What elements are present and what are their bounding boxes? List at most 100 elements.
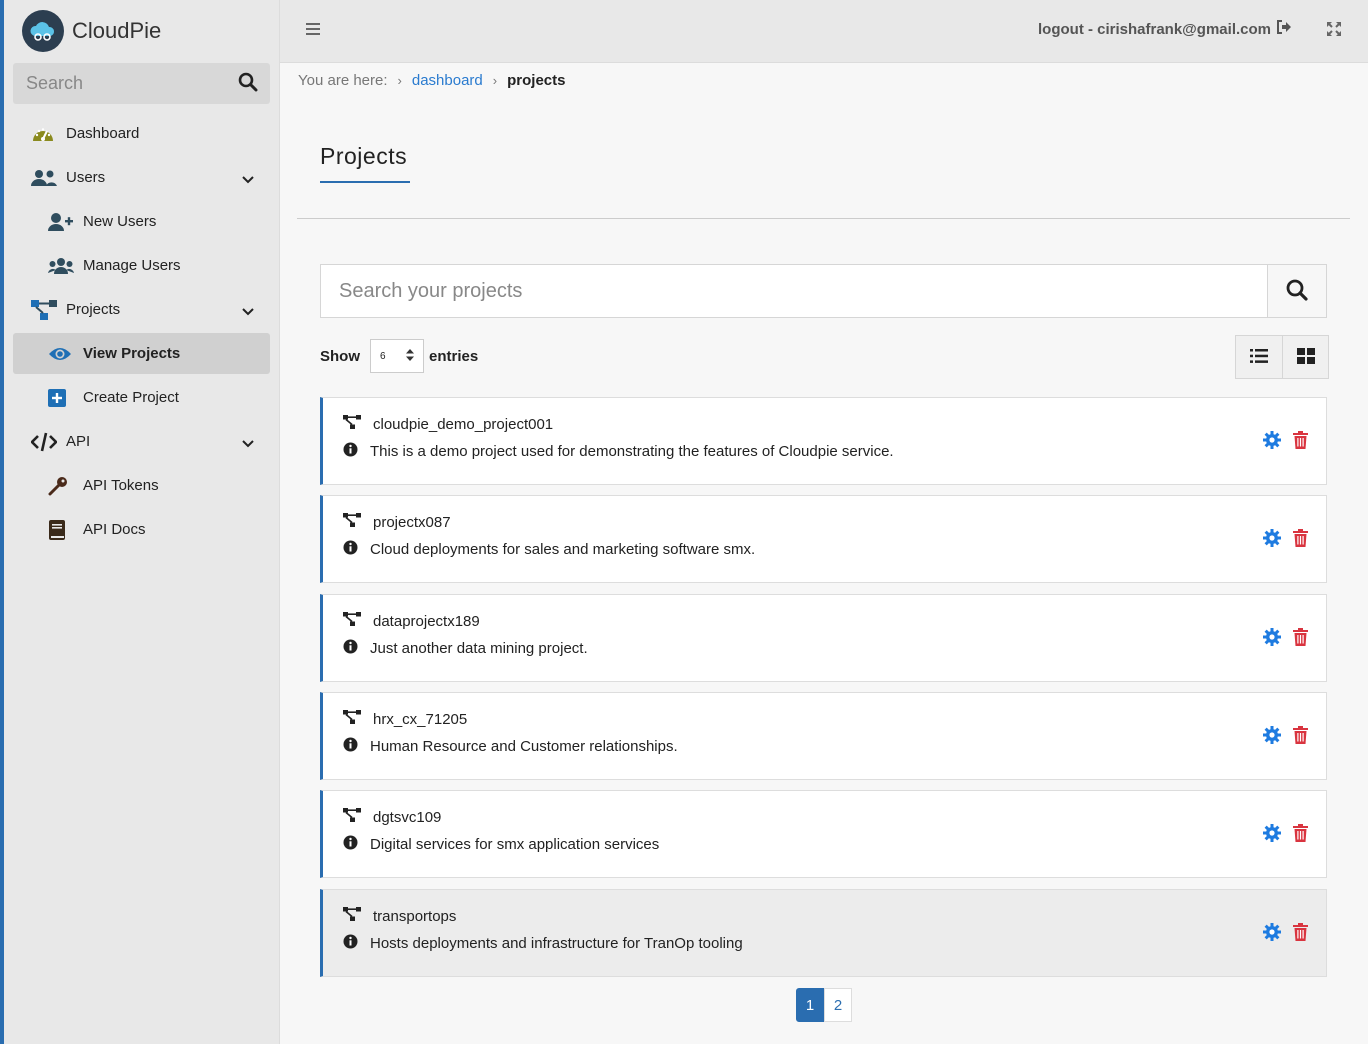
project-name[interactable]: transportops [373,908,456,925]
hamburger-menu-icon[interactable] [306,22,320,38]
sitemap-icon [343,612,361,630]
sitemap-icon [343,513,361,531]
project-name-row: dataprojectx189 [343,612,480,630]
show-label: Show [320,347,360,365]
page-button-1[interactable]: 1 [796,988,824,1022]
sidebar-item-label: Projects [66,301,121,318]
sidebar-item-api-docs[interactable]: API Docs [13,509,270,550]
sitemap-icon [31,299,57,321]
trash-icon[interactable] [1293,923,1308,944]
project-card[interactable]: dataprojectx189 Just another data mining … [320,594,1327,682]
grid-icon [1296,347,1315,367]
breadcrumb-dashboard-link[interactable]: dashboard [412,72,483,89]
logout-link[interactable]: logout - cirishafrank@gmail.com [1038,20,1292,38]
project-actions [1263,726,1308,747]
project-description: Human Resource and Customer relationship… [370,738,678,755]
gear-icon[interactable] [1263,726,1281,747]
sitemap-icon [343,710,361,728]
sidebar-item-label: API [66,433,91,450]
sidebar-item-label: View Projects [83,345,181,362]
sidebar-item-create-project[interactable]: Create Project [13,377,270,418]
gear-icon[interactable] [1263,431,1281,452]
sidebar-item-label: Users [66,169,106,186]
gear-icon[interactable] [1263,824,1281,845]
code-icon [31,431,57,453]
sidebar-item-api-tokens[interactable]: API Tokens [13,465,270,506]
project-description: Just another data mining project. [370,640,588,657]
project-description: This is a demo project used for demonstr… [370,443,894,460]
sidebar-item-api[interactable]: API [13,421,270,462]
page-button-2[interactable]: 2 [824,988,852,1022]
project-description: Hosts deployments and infrastructure for… [370,935,743,952]
project-description-row: Human Resource and Customer relationship… [343,737,678,756]
sidebar: CloudPie Dashboard Users Ne [0,0,280,1044]
project-name[interactable]: projectx087 [373,514,451,531]
project-search-button[interactable] [1267,265,1326,317]
trash-icon[interactable] [1293,824,1308,845]
trash-icon[interactable] [1293,628,1308,649]
logout-text: logout - cirishafrank@gmail.com [1038,20,1271,38]
project-card[interactable]: cloudpie_demo_project001 This is a demo p… [320,397,1327,485]
sidebar-item-label: Manage Users [83,257,181,274]
search-icon[interactable] [238,72,258,95]
project-name[interactable]: hrx_cx_71205 [373,711,467,728]
project-description-row: This is a demo project used for demonstr… [343,442,894,461]
sitemap-icon [343,415,361,433]
eye-icon [48,343,74,365]
project-name[interactable]: dgtsvc109 [373,809,441,826]
search-icon [1286,279,1308,304]
project-card[interactable]: projectx087 Cloud deployments for sales a… [320,495,1327,583]
project-description-row: Digital services for smx application ser… [343,835,659,854]
trash-icon[interactable] [1293,431,1308,452]
trash-icon[interactable] [1293,529,1308,550]
gear-icon[interactable] [1263,628,1281,649]
chevron-down-icon [242,435,254,452]
info-circle-icon [343,442,358,461]
project-card[interactable]: transportops Hosts deployments and infras… [320,889,1327,977]
sidebar-item-manage-users[interactable]: Manage Users [13,245,270,286]
chevron-down-icon [242,171,254,188]
project-description-row: Hosts deployments and infrastructure for… [343,934,743,953]
breadcrumb: You are here: › dashboard › projects [298,72,565,89]
breadcrumb-prefix: You are here: [298,72,388,89]
title-underline [320,181,410,183]
topbar: logout - cirishafrank@gmail.com [280,0,1368,63]
project-name-row: dgtsvc109 [343,808,441,826]
sidebar-search-input[interactable] [26,73,226,94]
entries-select[interactable]: 6 [370,339,424,373]
info-circle-icon [343,835,358,854]
entries-value: 6 [380,350,386,362]
plus-square-icon [48,387,74,409]
trash-icon[interactable] [1293,726,1308,747]
project-search-input[interactable] [321,265,1267,317]
project-name[interactable]: dataprojectx189 [373,613,480,630]
project-name[interactable]: cloudpie_demo_project001 [373,416,553,433]
sitemap-icon [343,907,361,925]
project-card[interactable]: dgtsvc109 Digital services for smx applic… [320,790,1327,878]
show-entries: Show 6 entries [320,339,478,373]
sidebar-item-dashboard[interactable]: Dashboard [13,113,270,154]
sign-out-icon [1276,20,1292,38]
gear-icon[interactable] [1263,923,1281,944]
gear-icon[interactable] [1263,529,1281,550]
breadcrumb-current: projects [507,72,566,89]
project-actions [1263,824,1308,845]
grid-view-button[interactable] [1282,336,1328,378]
cloudpie-logo-icon [22,10,64,52]
entries-suffix: entries [429,347,479,365]
sidebar-item-label: API Tokens [83,477,159,494]
sidebar-item-users[interactable]: Users [13,157,270,198]
chevron-down-icon [242,303,254,320]
project-actions [1263,628,1308,649]
fullscreen-icon[interactable] [1326,21,1342,40]
list-view-button[interactable] [1236,336,1282,378]
sidebar-item-view-projects[interactable]: View Projects [13,333,270,374]
sidebar-item-projects[interactable]: Projects [13,289,270,330]
project-card[interactable]: hrx_cx_71205 Human Resource and Customer … [320,692,1327,780]
brand[interactable]: CloudPie [4,0,279,62]
info-circle-icon [343,540,358,559]
project-actions [1263,529,1308,550]
project-search [320,264,1327,318]
sidebar-item-new-users[interactable]: New Users [13,201,270,242]
project-name-row: hrx_cx_71205 [343,710,467,728]
